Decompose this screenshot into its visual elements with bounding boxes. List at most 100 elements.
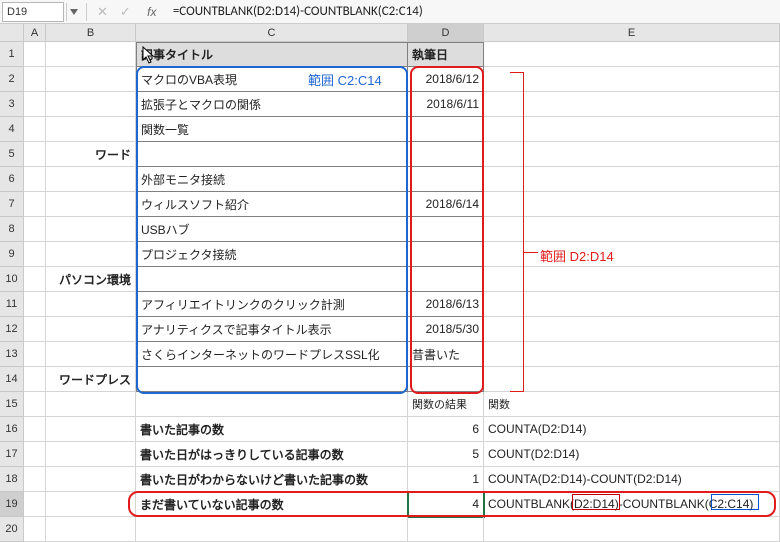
cell-e17[interactable]: COUNT(D2:D14) — [484, 442, 780, 467]
cell-e13[interactable] — [484, 342, 780, 367]
cell-a20[interactable] — [24, 517, 46, 542]
cell-a6[interactable] — [24, 167, 46, 192]
cell-c17[interactable]: 書いた日がはっきりしている記事の数 — [136, 442, 408, 467]
cell-d2[interactable]: 2018/6/12 — [408, 67, 484, 92]
row-header-8[interactable]: 8 — [0, 217, 24, 242]
cell-a12[interactable] — [24, 317, 46, 342]
cell-e12[interactable] — [484, 317, 780, 342]
cell-d7[interactable]: 2018/6/14 — [408, 192, 484, 217]
cell-e19[interactable]: COUNTBLANK(D2:D14)-COUNTBLANK(C2:C14) — [484, 492, 780, 517]
cell-c16[interactable]: 書いた記事の数 — [136, 417, 408, 442]
col-header-b[interactable]: B — [46, 24, 136, 42]
cell-d13[interactable]: 昔書いた — [408, 342, 484, 367]
cell-b8[interactable] — [46, 217, 136, 242]
cell-b5[interactable]: ワード — [46, 142, 136, 167]
cell-e9[interactable] — [484, 242, 780, 267]
cell-e11[interactable] — [484, 292, 780, 317]
cell-e10[interactable] — [484, 267, 780, 292]
cell-d1[interactable]: 執筆日 — [408, 42, 484, 67]
cell-b4[interactable] — [46, 117, 136, 142]
cell-e4[interactable] — [484, 117, 780, 142]
col-header-d[interactable]: D — [408, 24, 484, 42]
cell-a4[interactable] — [24, 117, 46, 142]
cell-b3[interactable] — [46, 92, 136, 117]
row-header-7[interactable]: 7 — [0, 192, 24, 217]
cell-d17[interactable]: 5 — [408, 442, 484, 467]
cell-c3[interactable]: 拡張子とマクロの関係 — [136, 92, 408, 117]
cell-b1[interactable] — [46, 42, 136, 67]
cell-a10[interactable] — [24, 267, 46, 292]
cell-a15[interactable] — [24, 392, 46, 417]
row-header-11[interactable]: 11 — [0, 292, 24, 317]
cell-b9[interactable] — [46, 242, 136, 267]
cell-e16[interactable]: COUNTA(D2:D14) — [484, 417, 780, 442]
row-header-6[interactable]: 6 — [0, 167, 24, 192]
cell-a5[interactable] — [24, 142, 46, 167]
cell-a13[interactable] — [24, 342, 46, 367]
cell-b13[interactable] — [46, 342, 136, 367]
cell-c14[interactable] — [136, 367, 408, 392]
cell-e14[interactable] — [484, 367, 780, 392]
formula-bar[interactable]: =COUNTBLANK(D2:D14)-COUNTBLANK(C2:C14) — [167, 2, 780, 22]
cell-a1[interactable] — [24, 42, 46, 67]
cell-b2[interactable] — [46, 67, 136, 92]
cell-c7[interactable]: ウィルスソフト紹介 — [136, 192, 408, 217]
cell-a7[interactable] — [24, 192, 46, 217]
cell-a3[interactable] — [24, 92, 46, 117]
cell-e18[interactable]: COUNTA(D2:D14)-COUNT(D2:D14) — [484, 467, 780, 492]
cell-a2[interactable] — [24, 67, 46, 92]
cell-d10[interactable] — [408, 267, 484, 292]
row-header-2[interactable]: 2 — [0, 67, 24, 92]
fx-icon[interactable]: fx — [143, 3, 161, 21]
cell-c1[interactable]: 記事タイトル — [136, 42, 408, 67]
cell-c15[interactable] — [136, 392, 408, 417]
row-header-20[interactable]: 20 — [0, 517, 24, 542]
cell-c11[interactable]: アフィリエイトリンクのクリック計測 — [136, 292, 408, 317]
row-header-10[interactable]: 10 — [0, 267, 24, 292]
cell-d11[interactable]: 2018/6/13 — [408, 292, 484, 317]
cell-e8[interactable] — [484, 217, 780, 242]
cell-b20[interactable] — [46, 517, 136, 542]
cell-d12[interactable]: 2018/5/30 — [408, 317, 484, 342]
cell-c19[interactable]: まだ書いていない記事の数 — [136, 492, 408, 517]
cell-c6[interactable]: 外部モニタ接続 — [136, 167, 408, 192]
cell-b16[interactable] — [46, 417, 136, 442]
cell-a16[interactable] — [24, 417, 46, 442]
col-header-a[interactable]: A — [24, 24, 46, 42]
cell-c13[interactable]: さくらインターネットのワードプレスSSL化 — [136, 342, 408, 367]
cell-e5[interactable] — [484, 142, 780, 167]
cell-d19[interactable]: 4 — [408, 492, 484, 517]
cell-d18[interactable]: 1 — [408, 467, 484, 492]
cell-c20[interactable] — [136, 517, 408, 542]
cell-c9[interactable]: プロジェクタ接続 — [136, 242, 408, 267]
cell-d15[interactable]: 関数の結果 — [408, 392, 484, 417]
select-all-corner[interactable] — [0, 24, 24, 42]
cell-a9[interactable] — [24, 242, 46, 267]
cell-b18[interactable] — [46, 467, 136, 492]
cell-c18[interactable]: 書いた日がわからないけど書いた記事の数 — [136, 467, 408, 492]
cell-c8[interactable]: USBハブ — [136, 217, 408, 242]
cell-e2[interactable] — [484, 67, 780, 92]
cell-d5[interactable] — [408, 142, 484, 167]
cell-b12[interactable] — [46, 317, 136, 342]
cell-b19[interactable] — [46, 492, 136, 517]
cell-c10[interactable] — [136, 267, 408, 292]
cell-e1[interactable] — [484, 42, 780, 67]
col-header-c[interactable]: C — [136, 24, 408, 42]
row-header-3[interactable]: 3 — [0, 92, 24, 117]
cell-a8[interactable] — [24, 217, 46, 242]
cell-b15[interactable] — [46, 392, 136, 417]
cell-a11[interactable] — [24, 292, 46, 317]
cell-d14[interactable] — [408, 367, 484, 392]
row-header-16[interactable]: 16 — [0, 417, 24, 442]
cell-d8[interactable] — [408, 217, 484, 242]
cell-a18[interactable] — [24, 467, 46, 492]
cell-a17[interactable] — [24, 442, 46, 467]
cell-b17[interactable] — [46, 442, 136, 467]
cell-b7[interactable] — [46, 192, 136, 217]
cell-a19[interactable] — [24, 492, 46, 517]
cell-c4[interactable]: 関数一覧 — [136, 117, 408, 142]
cell-d3[interactable]: 2018/6/11 — [408, 92, 484, 117]
col-header-e[interactable]: E — [484, 24, 780, 42]
cell-d9[interactable] — [408, 242, 484, 267]
